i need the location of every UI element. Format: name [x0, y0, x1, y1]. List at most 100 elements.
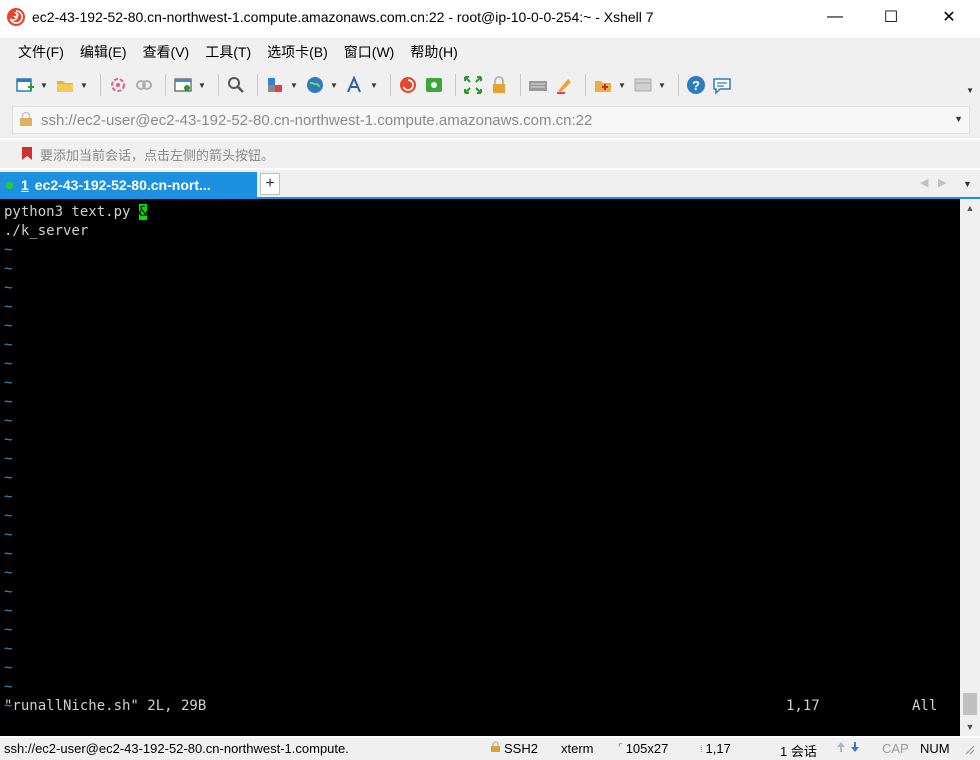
compose-dropdown-icon[interactable]: ▼	[618, 81, 626, 90]
compose-icon[interactable]	[592, 74, 614, 96]
padlock-icon	[19, 111, 33, 130]
chat-icon[interactable]	[711, 74, 733, 96]
xshell-logo-icon	[6, 7, 26, 27]
open-folder-icon[interactable]	[54, 74, 76, 96]
toolbar-divider	[585, 74, 586, 96]
fullscreen-icon[interactable]	[462, 74, 484, 96]
address-dropdown-icon[interactable]: ▼	[954, 114, 963, 124]
window-dropdown-icon[interactable]: ▼	[198, 81, 206, 90]
status-cursor: ⁞ 1,17	[700, 741, 731, 756]
vim-empty-line-marker: ~	[4, 299, 13, 315]
toolbar: ▼ ▼ ▼ ▼ ▼ ▼ ▼ ▼ ? ▼	[0, 66, 980, 104]
xftp-icon[interactable]	[423, 74, 445, 96]
status-protocol: SSH2	[490, 741, 538, 756]
menu-file[interactable]: 文件(F)	[10, 42, 72, 62]
resize-icon: ⌜	[618, 743, 623, 754]
lock-icon[interactable]	[488, 74, 510, 96]
toolbar-divider	[390, 74, 391, 96]
menu-edit[interactable]: 编辑(E)	[72, 42, 135, 62]
status-bar: ssh://ec2-user@ec2-43-192-52-80.cn-north…	[0, 738, 980, 760]
vim-empty-line-marker: ~	[4, 432, 13, 448]
globe-dropdown-icon[interactable]: ▼	[330, 81, 338, 90]
open-dropdown-icon[interactable]: ▼	[80, 81, 88, 90]
scroll-up-icon[interactable]: ▲	[960, 199, 980, 217]
hint-text: 要添加当前会话，点击左侧的箭头按钮。	[40, 147, 275, 163]
window-title: ec2-43-192-52-80.cn-northwest-1.compute.…	[32, 9, 654, 25]
bookmark-arrow-icon[interactable]	[20, 145, 36, 164]
menu-view[interactable]: 查看(V)	[135, 42, 198, 62]
tab-number: 1	[21, 177, 29, 193]
status-size: ⌜ 105x27	[618, 741, 668, 756]
properties-dropdown-icon[interactable]: ▼	[290, 81, 298, 90]
layout-dropdown-icon[interactable]: ▼	[658, 81, 666, 90]
address-bar: ssh://ec2-user@ec2-43-192-52-80.cn-north…	[0, 104, 980, 138]
vim-scroll-indicator: All	[912, 698, 938, 714]
hint-bar: 要添加当前会话，点击左侧的箭头按钮。	[0, 140, 980, 168]
vim-empty-line-marker: ~	[4, 660, 13, 676]
close-icon: ✕	[942, 9, 956, 26]
scrollbar-thumb[interactable]	[963, 693, 977, 715]
status-cap: CAP	[882, 741, 909, 756]
address-input[interactable]: ssh://ec2-user@ec2-43-192-52-80.cn-north…	[12, 106, 970, 134]
maximize-icon: ☐	[883, 9, 899, 26]
connected-status-icon	[6, 181, 13, 189]
protocol-text: SSH2	[504, 741, 538, 756]
globe-icon[interactable]	[304, 74, 326, 96]
vim-empty-line-marker: ~	[4, 527, 13, 543]
menu-tabs[interactable]: 选项卡(B)	[259, 42, 336, 62]
find-icon[interactable]	[225, 74, 247, 96]
disconnect-icon[interactable]	[133, 74, 155, 96]
vim-empty-line-marker: ~	[4, 641, 13, 657]
vim-empty-line-marker: ~	[4, 546, 13, 562]
vim-empty-line-marker: ~	[4, 603, 13, 619]
status-sessions: 1 会话	[780, 744, 817, 759]
new-window-icon[interactable]	[172, 74, 194, 96]
tab-next-icon[interactable]: ▶	[938, 176, 946, 189]
toolbar-divider	[455, 74, 456, 96]
terminal-scrollbar[interactable]: ▲ ▼	[960, 199, 980, 736]
tab-session-1[interactable]: 1 ec2-43-192-52-80.cn-nort...	[0, 172, 257, 198]
new-session-dropdown-icon[interactable]: ▼	[40, 81, 48, 90]
properties-icon[interactable]	[264, 74, 286, 96]
vim-empty-line-marker: ~	[4, 679, 13, 695]
vim-empty-line-marker: ~	[4, 375, 13, 391]
font-dropdown-icon[interactable]: ▼	[370, 81, 378, 90]
help-icon[interactable]: ?	[685, 74, 707, 96]
scroll-down-icon[interactable]: ▼	[960, 718, 980, 736]
toolbar-overflow-icon[interactable]: ▼	[966, 86, 974, 95]
vim-file-status: "runallNiche.sh" 2L, 29B	[4, 698, 207, 714]
toolbar-divider	[520, 74, 521, 96]
resize-grip-icon[interactable]	[962, 742, 976, 756]
tab-menu-icon[interactable]: ▼	[963, 179, 972, 189]
vim-empty-line-marker: ~	[4, 394, 13, 410]
highlight-icon[interactable]	[553, 74, 575, 96]
toolbar-divider	[257, 74, 258, 96]
status-num: NUM	[920, 741, 950, 756]
menu-window[interactable]: 窗口(W)	[336, 42, 403, 62]
add-tab-button[interactable]: +	[260, 173, 280, 195]
keyboard-icon[interactable]	[527, 74, 549, 96]
close-button[interactable]: ✕	[924, 0, 974, 34]
new-session-icon[interactable]	[14, 74, 36, 96]
menu-tools[interactable]: 工具(T)	[197, 42, 259, 62]
vim-empty-line-marker: ~	[4, 337, 13, 353]
font-icon[interactable]	[344, 74, 366, 96]
toolbar-divider	[678, 74, 679, 96]
svg-text:?: ?	[692, 78, 700, 93]
terminal-screen[interactable]: python3 text.py & ./k_server ~ ~ ~ ~ ~ ~ ~ ~ ~ ~ ~…	[0, 199, 960, 736]
vim-empty-line-marker: ~	[4, 584, 13, 600]
vim-empty-line-marker: ~	[4, 261, 13, 277]
reconnect-icon[interactable]	[107, 74, 129, 96]
plus-icon: +	[265, 175, 275, 192]
menu-help[interactable]: 帮助(H)	[402, 42, 465, 62]
vim-empty-line-marker: ~	[4, 242, 13, 258]
vim-empty-line-marker: ~	[4, 489, 13, 505]
tab-bar: 1 ec2-43-192-52-80.cn-nort... + ◀ ▶ ▼	[0, 170, 980, 198]
minimize-button[interactable]: —	[810, 0, 860, 34]
vim-empty-line-marker: ~	[4, 451, 13, 467]
terminal-line: ./k_server	[4, 223, 89, 239]
layout-icon[interactable]	[632, 74, 654, 96]
tab-prev-icon[interactable]: ◀	[920, 176, 928, 189]
xshell-icon[interactable]	[397, 74, 419, 96]
maximize-button[interactable]: ☐	[866, 0, 916, 34]
